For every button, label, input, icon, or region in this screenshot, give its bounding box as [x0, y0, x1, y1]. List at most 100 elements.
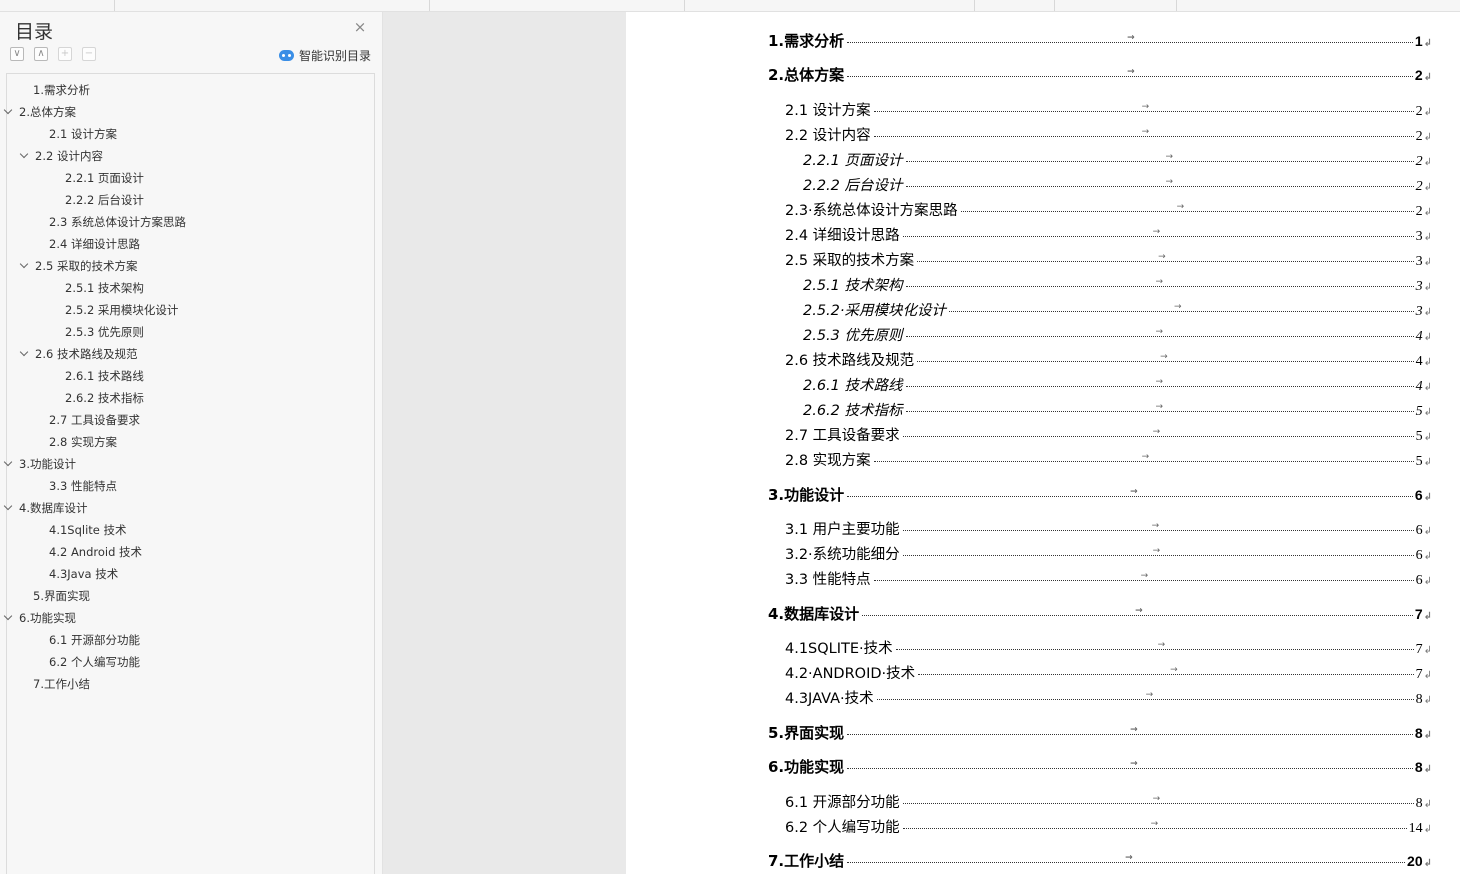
toc-entry[interactable]: 6.1 开源部分功能 → 8 ↲: [785, 791, 1432, 815]
toc-page-number: 2: [1415, 179, 1423, 194]
toc-entry[interactable]: 2.2.2 后台设计 → 2 ↲: [803, 174, 1432, 198]
outline-item[interactable]: 2.5.3 优先原则: [65, 322, 144, 342]
paragraph-mark-icon: ↲: [1423, 38, 1432, 49]
chevron-down-icon[interactable]: [18, 259, 32, 273]
toc-entry[interactable]: 1.需求分析 → 1 ↲: [768, 30, 1432, 54]
toc-entry-label: 2.总体方案: [768, 66, 845, 84]
toc-page-number: 4: [1415, 354, 1423, 369]
toc-page-number: 3: [1415, 304, 1423, 319]
chevron-down-icon[interactable]: [18, 347, 32, 361]
outline-item[interactable]: 2.2.1 页面设计: [65, 168, 144, 188]
outline-item[interactable]: 3.功能设计: [2, 454, 76, 474]
outline-item-label: 4.2 Android 技术: [49, 545, 143, 559]
remove-level-button[interactable]: −: [82, 47, 96, 61]
chevron-down-icon[interactable]: [2, 105, 16, 119]
outline-item[interactable]: 2.5.2 采用模块化设计: [65, 300, 178, 320]
toc-entry-label: 2.6.2 技术指标: [803, 403, 903, 419]
outline-item[interactable]: 2.2.2 后台设计: [65, 190, 144, 210]
toc-entry[interactable]: 2.8 实现方案 → 5 ↲: [785, 449, 1432, 473]
outline-item[interactable]: 6.功能实现: [2, 608, 76, 628]
tab-arrow-icon: →: [1152, 794, 1161, 804]
toc-entry[interactable]: 6.功能实现 → 8 ↲: [768, 756, 1432, 780]
toc-entry[interactable]: 4.数据库设计 → 7 ↲: [768, 603, 1432, 627]
outline-item-label: 2.7 工具设备要求: [49, 413, 140, 427]
toc-entry[interactable]: 4.1SQLITE·技术 → 7 ↲: [785, 637, 1432, 661]
outline-item[interactable]: 2.5 采取的技术方案: [18, 256, 137, 276]
chevron-down-icon[interactable]: [2, 501, 16, 515]
outline-item[interactable]: 4.2 Android 技术: [49, 542, 142, 562]
paragraph-mark-icon: ↲: [1423, 232, 1432, 243]
toc-entry[interactable]: 2.2 设计内容 → 2 ↲: [785, 124, 1432, 148]
toc-entry[interactable]: 2.2.1 页面设计 → 2 ↲: [803, 149, 1432, 173]
tab-leader: →: [847, 33, 1413, 43]
outline-item[interactable]: 2.2 设计内容: [18, 146, 103, 166]
toc-entry[interactable]: 2.1 设计方案 → 2 ↲: [785, 99, 1432, 123]
toc-entry[interactable]: 3.功能设计 → 6 ↲: [768, 484, 1432, 508]
toc-entry[interactable]: 5.界面实现 → 8 ↲: [768, 722, 1432, 746]
tab-leader: →: [902, 794, 1414, 804]
toc-entry[interactable]: 2.总体方案 → 2 ↲: [768, 64, 1432, 88]
toc-entry-label: 6.2 个人编写功能: [785, 820, 900, 836]
outline-item[interactable]: 2.5.1 技术架构: [65, 278, 144, 298]
outline-item[interactable]: 2.6.1 技术路线: [65, 366, 144, 386]
outline-item[interactable]: 3.3 性能特点: [49, 476, 117, 496]
outline-item[interactable]: 2.4 详细设计思路: [49, 234, 140, 254]
outline-item[interactable]: 4.1Sqlite 技术: [49, 520, 127, 540]
toc-entry[interactable]: 2.4 详细设计思路 → 3 ↲: [785, 224, 1432, 248]
outline-item[interactable]: 4.数据库设计: [2, 498, 87, 518]
tab-leader: →: [905, 402, 1414, 412]
outline-item-label: 2.5.1 技术架构: [65, 281, 144, 295]
toc-entry[interactable]: 3.1 用户主要功能 → 6 ↲: [785, 518, 1432, 542]
toc-entry-label: 6.1 开源部分功能: [785, 795, 900, 811]
tab-leader: →: [917, 252, 1414, 262]
toc-entry[interactable]: 6.2 个人编写功能 → 14 ↲: [785, 816, 1432, 840]
outline-item[interactable]: 2.8 实现方案: [49, 432, 117, 452]
chevron-down-icon[interactable]: [2, 457, 16, 471]
toc-entry[interactable]: 4.2·ANDROID·技术 → 7 ↲: [785, 662, 1432, 686]
toc-entry[interactable]: 7.工作小结 → 20 ↲: [768, 850, 1432, 874]
outline-item[interactable]: 1.需求分析: [33, 80, 90, 100]
tab-segment: [975, 0, 1055, 11]
outline-item[interactable]: 7.工作小结: [33, 674, 90, 694]
toc-entry[interactable]: 2.6 技术路线及规范 → 4 ↲: [785, 349, 1432, 373]
outline-item[interactable]: 5.界面实现: [33, 586, 90, 606]
outline-item[interactable]: 6.2 个人编写功能: [49, 652, 140, 672]
toc-entry[interactable]: 2.5.2·采用模块化设计 → 3 ↲: [803, 299, 1432, 323]
toc-page-number: 8: [1415, 796, 1423, 811]
toc-entry[interactable]: 2.6.2 技术指标 → 5 ↲: [803, 399, 1432, 423]
toc-entry[interactable]: 3.2·系统功能细分 → 6 ↲: [785, 543, 1432, 567]
tab-arrow-icon: →: [1152, 427, 1161, 437]
outline-item[interactable]: 2.6 技术路线及规范: [18, 344, 137, 364]
toc-entry[interactable]: 2.7 工具设备要求 → 5 ↲: [785, 424, 1432, 448]
outline-item[interactable]: 4.3Java 技术: [49, 564, 118, 584]
tab-leader: →: [905, 377, 1414, 387]
expand-all-button[interactable]: ∧: [34, 47, 48, 61]
toc-entry[interactable]: 2.6.1 技术路线 → 4 ↲: [803, 374, 1432, 398]
outline-item[interactable]: 2.总体方案: [2, 102, 76, 122]
toc-page-number: 3: [1415, 279, 1423, 294]
chevron-down-icon[interactable]: [2, 611, 16, 625]
outline-item[interactable]: 2.3 系统总体设计方案思路: [49, 212, 186, 232]
outline-item-label: 2.2 设计内容: [35, 149, 103, 163]
tab-leader: →: [847, 853, 1406, 863]
chevron-down-icon[interactable]: [18, 149, 32, 163]
outline-item[interactable]: 2.1 设计方案: [49, 124, 117, 144]
toc-entry[interactable]: 4.3JAVA·技术 → 8 ↲: [785, 687, 1432, 711]
toc-page-number: 20: [1407, 853, 1423, 869]
add-level-button[interactable]: +: [58, 47, 72, 61]
toc-entry[interactable]: 2.5.3 优先原则 → 4 ↲: [803, 324, 1432, 348]
smart-toc-button[interactable]: 智能识别目录: [279, 46, 371, 64]
toc-entry[interactable]: 3.3 性能特点 → 6 ↲: [785, 568, 1432, 592]
toc-entry[interactable]: 2.3·系统总体设计方案思路 → 2 ↲: [785, 199, 1432, 223]
paragraph-mark-icon: ↲: [1423, 207, 1432, 218]
close-icon[interactable]: ×: [351, 18, 369, 36]
outline-item-label: 6.2 个人编写功能: [49, 655, 140, 669]
outline-item[interactable]: 2.6.2 技术指标: [65, 388, 144, 408]
outline-item[interactable]: 2.7 工具设备要求: [49, 410, 140, 430]
outline-item[interactable]: 6.1 开源部分功能: [49, 630, 140, 650]
toc-entry[interactable]: 2.5 采取的技术方案 → 3 ↲: [785, 249, 1432, 273]
outline-item-label: 2.6 技术路线及规范: [35, 347, 138, 361]
outline-item-label: 2.5.2 采用模块化设计: [65, 303, 179, 317]
collapse-all-button[interactable]: ∨: [10, 47, 24, 61]
toc-entry[interactable]: 2.5.1 技术架构 → 3 ↲: [803, 274, 1432, 298]
